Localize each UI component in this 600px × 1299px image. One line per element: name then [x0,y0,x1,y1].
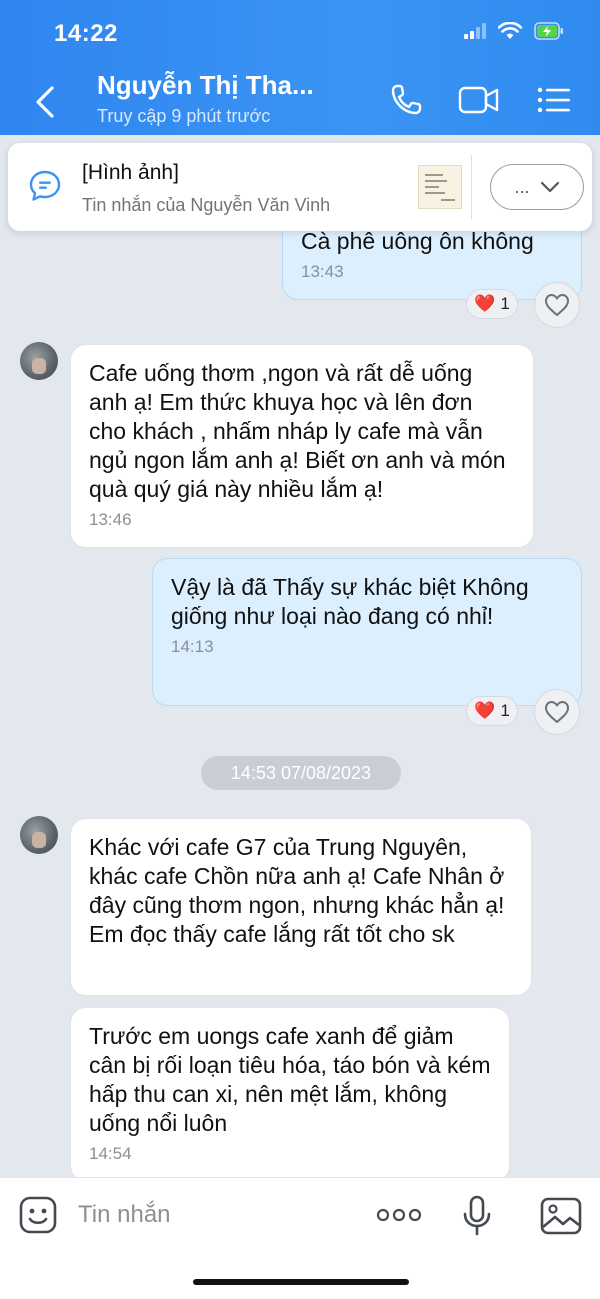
message-text: Cà phê uông ôn không [301,228,534,254]
pinned-divider [471,155,472,219]
signal-icon [464,23,486,39]
microphone-icon[interactable] [462,1195,492,1237]
reaction-count-badge[interactable]: ❤️ 1 [466,289,518,319]
message-time: 13:46 [89,510,132,529]
back-icon[interactable] [30,84,62,120]
pinned-message-bar[interactable]: [Hình ảnh] Tin nhắn của Nguyễn Văn Vinh … [8,143,592,231]
date-divider: 14:53 07/08/2023 [201,756,401,790]
wifi-icon [498,22,522,39]
message-bubble-incoming[interactable]: Cafe uống thơm ,ngon và rất dễ uống anh … [70,344,534,548]
reaction-count: 1 [500,701,510,720]
message-time: 14:13 [171,637,214,656]
react-button[interactable] [534,689,580,735]
message-text: Trước em uongs cafe xanh để giảm cân bị … [89,1023,491,1136]
avatar[interactable] [20,342,58,380]
message-time: 14:54 [89,1144,132,1163]
message-bubble-incoming[interactable]: Khác với cafe G7 của Trung Nguyên, khác … [70,818,532,996]
battery-charging-icon [534,22,563,40]
image-gallery-icon[interactable] [540,1197,582,1235]
status-icons [464,22,564,40]
menu-icon[interactable] [536,82,572,118]
reaction-count-badge[interactable]: ❤️ 1 [466,696,518,726]
chevron-down-icon [540,181,559,193]
message-text: Khác với cafe G7 của Trung Nguyên, khác … [89,834,505,947]
contact-name[interactable]: Nguyễn Thị Tha... [97,70,314,101]
pinned-image-thumbnail[interactable] [418,165,462,209]
more-options-icon[interactable] [375,1203,423,1227]
chat-header: 14:22 Nguyễn Thị Tha... Truy cập 9 phút … [0,0,600,135]
home-indicator [193,1279,409,1285]
message-input[interactable]: Tin nhắn [78,1201,171,1229]
message-bubble-outgoing[interactable]: Vậy là đã Thấy sự khác biệt Không giống … [152,558,582,706]
message-time: 13:43 [301,262,344,281]
heart-emoji-icon: ❤️ [474,294,496,313]
pinned-subtitle: Tin nhắn của Nguyễn Văn Vinh [82,195,331,215]
composer-bar: Tin nhắn [0,1177,600,1299]
reaction-count: 1 [500,294,510,313]
heart-outline-icon [545,294,569,316]
more-dots: ... [514,176,530,197]
chat-bubble-icon [29,170,61,201]
message-text: Vậy là đã Thấy sự khác biệt Không giống … [171,574,529,629]
video-call-icon[interactable] [458,82,500,118]
note-thumbnail-icon [425,174,455,201]
message-text: Cafe uống thơm ,ngon và rất dễ uống anh … [89,360,506,502]
emoji-sticker-icon[interactable] [18,1195,58,1235]
message-bubble-incoming[interactable]: Trước em uongs cafe xanh để giảm cân bị … [70,1007,510,1182]
phone-icon[interactable] [388,82,424,118]
heart-emoji-icon: ❤️ [474,701,496,720]
pinned-title: [Hình ảnh] [82,161,179,184]
react-button[interactable] [534,282,580,328]
avatar[interactable] [20,816,58,854]
last-seen-status: Truy cập 9 phút trước [97,106,271,126]
pinned-more-button[interactable]: ... [490,164,584,210]
status-time: 14:22 [54,20,118,47]
heart-outline-icon [545,701,569,723]
